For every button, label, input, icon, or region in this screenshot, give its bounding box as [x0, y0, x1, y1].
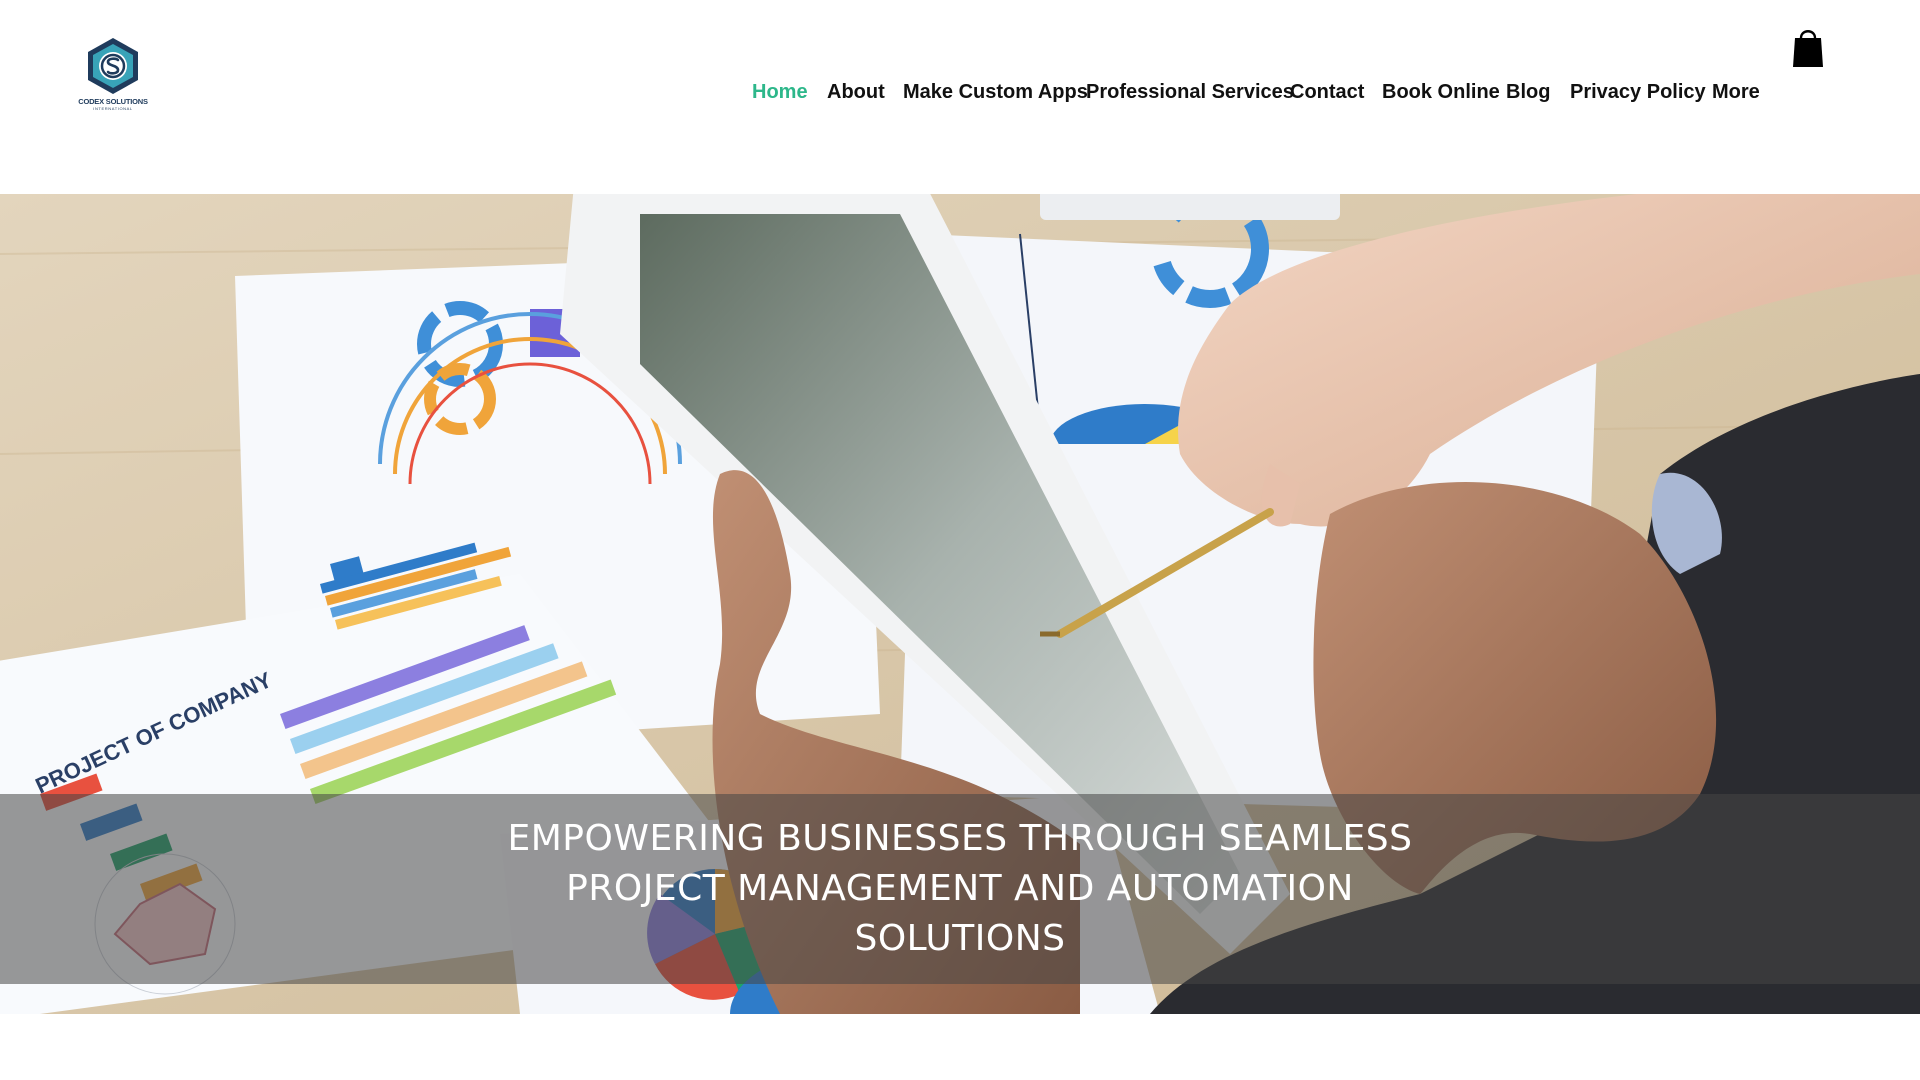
- nav-item-contact[interactable]: Contact: [1290, 81, 1364, 103]
- hero-headline: EMPOWERING BUSINESSES THROUGH SEAMLESS P…: [507, 818, 1413, 959]
- hero-section: PROJECT OF COMPANY EMPOWERING BUSINESSES…: [0, 194, 1920, 1014]
- nav-item-privacy-policy[interactable]: Privacy Policy: [1570, 81, 1706, 103]
- nav-item-home[interactable]: Home: [752, 81, 808, 103]
- logo-hexagon-icon: [88, 38, 138, 94]
- shopping-bag-icon: [1793, 30, 1823, 67]
- main-navigation: Home About Make Custom Apps Professional…: [752, 78, 1762, 106]
- nav-item-blog[interactable]: Blog: [1506, 81, 1550, 103]
- nav-item-about[interactable]: About: [827, 81, 885, 103]
- brand-tagline: INTERNATIONAL: [93, 106, 133, 111]
- hero-text-overlay: EMPOWERING BUSINESSES THROUGH SEAMLESS P…: [0, 794, 1920, 984]
- cart-button[interactable]: [1792, 26, 1824, 68]
- brand-name: CODEX SOLUTIONS: [78, 97, 148, 106]
- site-header: CODEX SOLUTIONS INTERNATIONAL Home About…: [0, 0, 1920, 194]
- nav-item-more[interactable]: More: [1712, 81, 1760, 103]
- brand-logo[interactable]: CODEX SOLUTIONS INTERNATIONAL: [72, 34, 154, 112]
- nav-item-professional-services[interactable]: Professional Services: [1086, 81, 1294, 103]
- nav-item-make-custom-apps[interactable]: Make Custom Apps: [903, 81, 1088, 103]
- nav-item-book-online[interactable]: Book Online: [1382, 81, 1500, 103]
